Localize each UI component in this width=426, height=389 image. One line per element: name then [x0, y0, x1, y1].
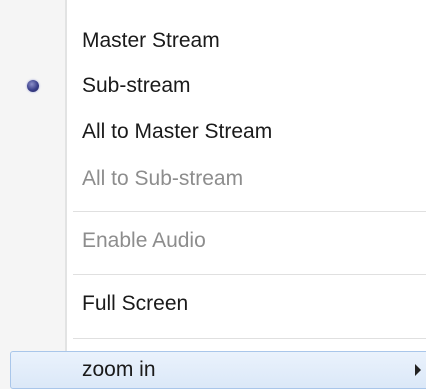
menu-item-master-stream[interactable]: Master Stream — [0, 19, 426, 63]
menu-item-label: zoom in — [82, 358, 156, 381]
menu-item-zoom-in[interactable]: zoom in — [10, 351, 426, 389]
context-menu: Master Stream Sub-stream All to Master S… — [0, 0, 426, 389]
menu-item-full-screen[interactable]: Full Screen — [0, 282, 426, 326]
menu-item-label: All to Sub-stream — [82, 167, 244, 190]
menu-item-label: Sub-stream — [82, 74, 191, 97]
submenu-arrow-icon — [415, 364, 421, 376]
menu-item-enable-audio: Enable Audio — [0, 219, 426, 263]
menu-separator — [73, 211, 426, 213]
menu-separator — [73, 274, 426, 276]
menu-item-label: Master Stream — [82, 29, 220, 52]
menu-separator — [73, 338, 426, 340]
menu-item-all-to-master-stream[interactable]: All to Master Stream — [0, 110, 426, 154]
menu-item-all-to-sub-stream: All to Sub-stream — [0, 157, 426, 201]
radio-bullet-icon — [27, 80, 39, 92]
menu-item-label: All to Master Stream — [82, 120, 273, 143]
menu-item-label: Full Screen — [82, 292, 189, 315]
menu-item-sub-stream[interactable]: Sub-stream — [0, 64, 426, 108]
menu-item-label: Enable Audio — [82, 229, 206, 252]
